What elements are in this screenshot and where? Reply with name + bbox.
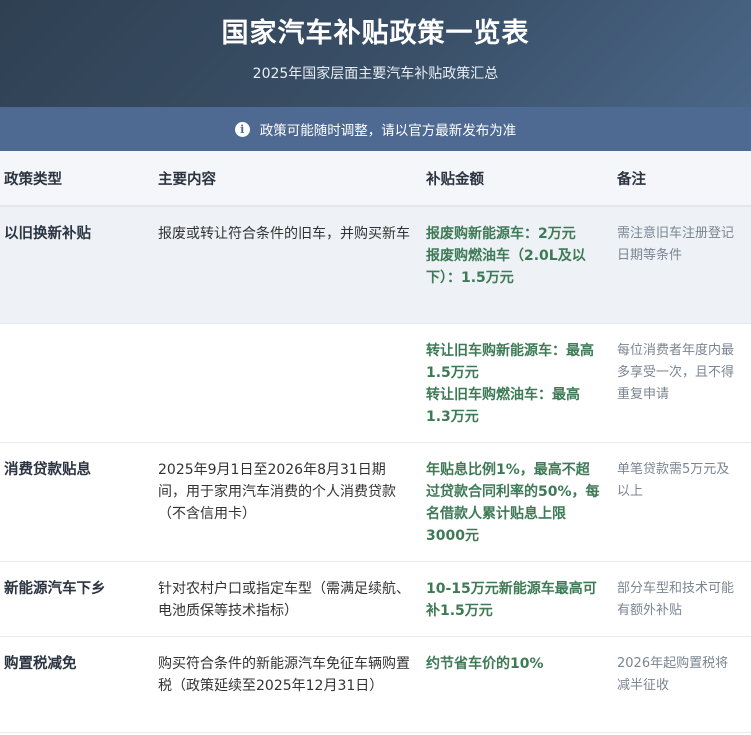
policy-content-cell [153, 323, 421, 443]
column-header-content: 主要内容 [153, 151, 421, 207]
table-row: 购置税减免 购买符合条件的新能源汽车免征车辆购置税（政策延续至2025年12月3… [0, 636, 751, 733]
amount-line: 约节省车价的10% [426, 655, 544, 672]
policy-amount-cell: 年贴息比例1%，最高不超过贷款合同利率的50%，每名借款人累计贴息上限3000元 [421, 442, 612, 562]
policy-type-cell: 购置税减免 [0, 636, 153, 733]
page-subtitle: 2025年国家层面主要汽车补贴政策汇总 [252, 66, 499, 82]
policy-content-cell: 2025年9月1日至2026年8月31日期间，用于家用汽车消费的个人消费贷款（不… [153, 442, 421, 562]
policy-note-cell: 每位消费者年度内最多享受一次，且不得重复申请 [612, 323, 751, 443]
policy-page: 国家汽车补贴政策一览表 2025年国家层面主要汽车补贴政策汇总 i 政策可能随时… [0, 0, 751, 735]
amount-line: 转让旧车购燃油车：最高1.3万元 [426, 386, 580, 425]
amount-line: 年贴息比例1%，最高不超过贷款合同利率的50%，每名借款人累计贴息上限3000元 [426, 461, 600, 544]
amount-line: 报废购新能源车：2万元 [426, 226, 576, 242]
policy-amount-cell: 约节省车价的10% [421, 636, 612, 733]
amount-line: 转让旧车购新能源车：最高1.5万元 [426, 342, 594, 381]
policy-type-cell: 消费贷款贴息 [0, 442, 153, 562]
policy-amount-cell: 转让旧车购新能源车：最高1.5万元 转让旧车购燃油车：最高1.3万元 [421, 323, 612, 443]
policy-content-cell: 报废或转让符合条件的旧车，并购买新车 [153, 206, 421, 324]
notice-text: 政策可能随时调整，请以官方最新发布为准 [259, 123, 517, 139]
policy-note-cell: 单笔贷款需5万元及以上 [612, 442, 751, 562]
notice-banner: i 政策可能随时调整，请以官方最新发布为准 [0, 107, 751, 151]
policy-note-cell: 需注意旧车注册登记日期等条件 [612, 206, 751, 324]
table-row: 新能源汽车下乡 针对农村户口或指定车型（需满足续航、电池质保等技术指标） 10-… [0, 561, 751, 637]
policy-content-cell: 购买符合条件的新能源汽车免征车辆购置税（政策延续至2025年12月31日） [153, 636, 421, 733]
amount-line: 报废购燃油车（2.0L及以下）：1.5万元 [426, 248, 586, 286]
table-row: 转让旧车购新能源车：最高1.5万元 转让旧车购燃油车：最高1.3万元 每位消费者… [0, 323, 751, 443]
column-header-type: 政策类型 [0, 151, 153, 207]
info-icon: i [234, 121, 250, 137]
policy-content-cell: 针对农村户口或指定车型（需满足续航、电池质保等技术指标） [153, 561, 421, 637]
policy-note-cell: 2026年起购置税将减半征收 [612, 636, 751, 733]
page-title: 国家汽车补贴政策一览表 [221, 18, 530, 49]
column-header-note: 备注 [612, 151, 751, 207]
table-header-row: 政策类型 主要内容 补贴金额 备注 [0, 151, 751, 207]
policy-amount-cell: 10-15万元新能源车最高可补1.5万元 [421, 561, 612, 637]
policy-table: 政策类型 主要内容 补贴金额 备注 以旧换新补贴 报废或转让符合条件的旧车，并购… [0, 151, 751, 733]
policy-note-cell: 部分车型和技术可能有额外补贴 [612, 561, 751, 637]
amount-line: 10-15万元新能源车最高可补1.5万元 [426, 580, 597, 619]
policy-type-cell: 新能源汽车下乡 [0, 561, 153, 637]
page-header: 国家汽车补贴政策一览表 2025年国家层面主要汽车补贴政策汇总 [0, 0, 751, 107]
table-row: 消费贷款贴息 2025年9月1日至2026年8月31日期间，用于家用汽车消费的个… [0, 442, 751, 562]
table-row: 以旧换新补贴 报废或转让符合条件的旧车，并购买新车 报废购新能源车：2万元 报废… [0, 206, 751, 324]
policy-type-cell: 以旧换新补贴 [0, 206, 153, 324]
column-header-amount: 补贴金额 [421, 151, 612, 207]
policy-type-cell [0, 323, 153, 443]
policy-amount-cell: 报废购新能源车：2万元 报废购燃油车（2.0L及以下）：1.5万元 [421, 206, 612, 324]
